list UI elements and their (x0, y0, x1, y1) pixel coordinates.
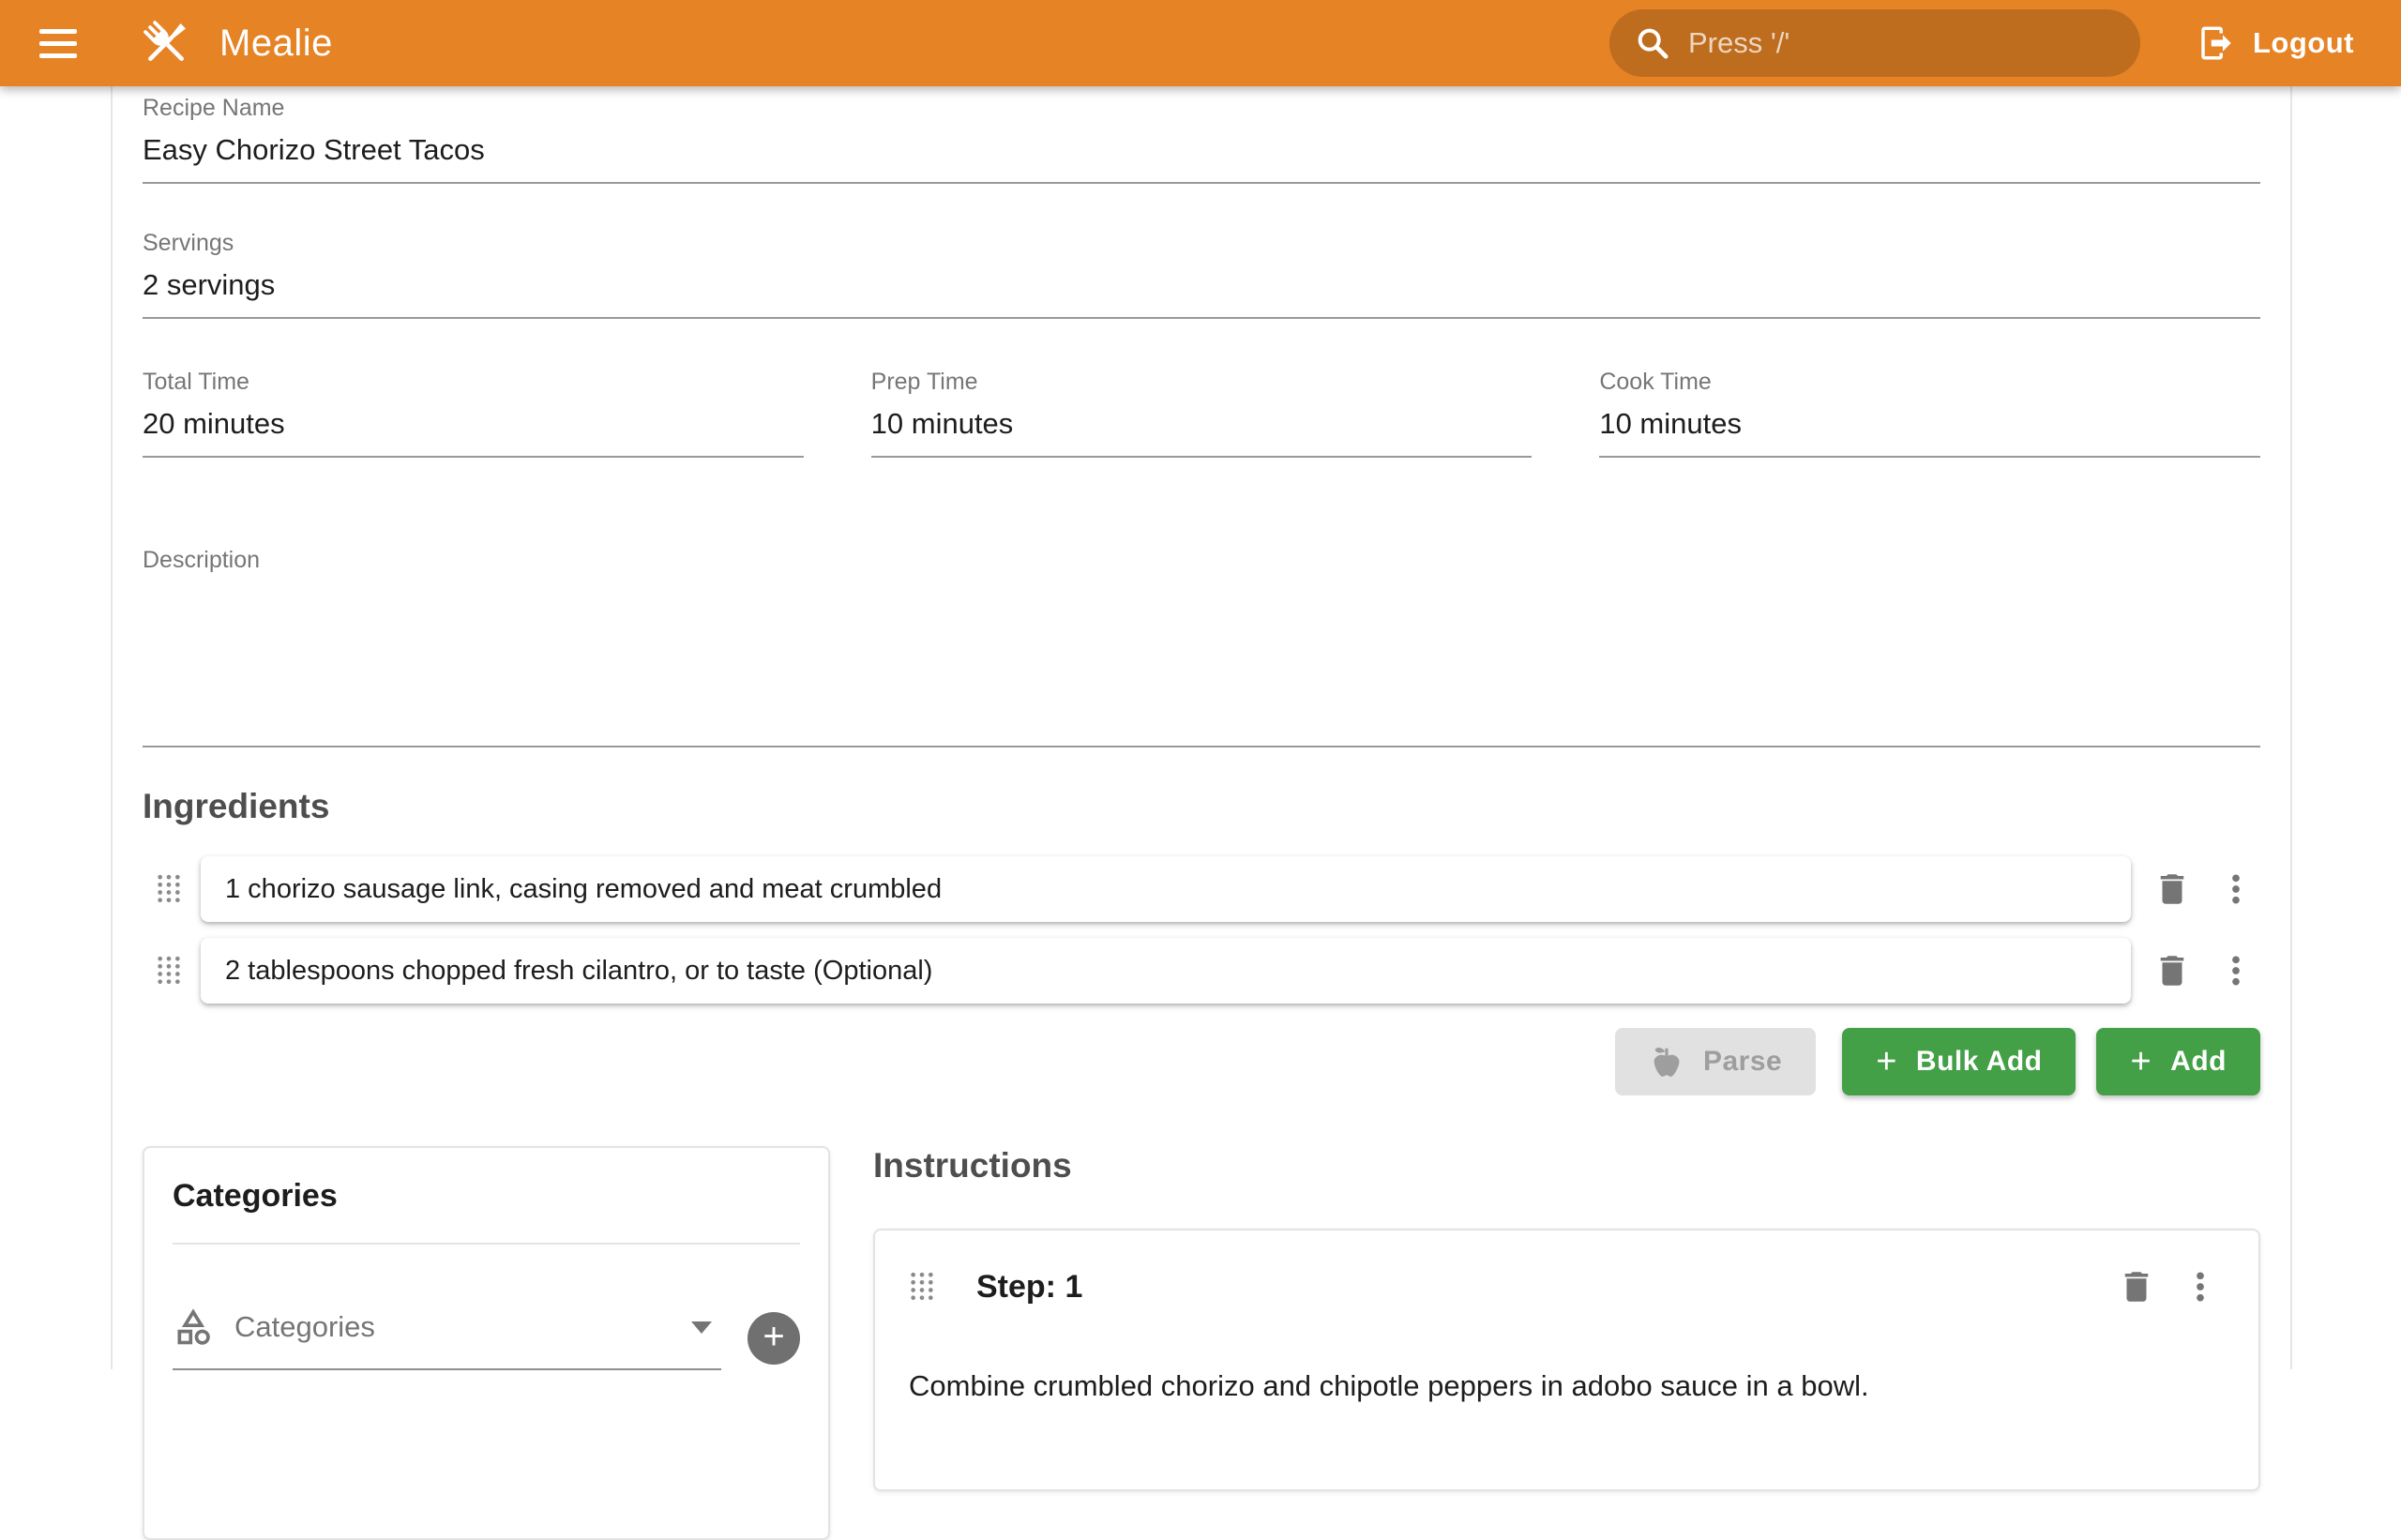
categories-card-title: Categories (173, 1178, 800, 1215)
search-icon (1634, 24, 1671, 62)
cook-time-field: Cook Time (1599, 368, 2260, 458)
description-label: Description (143, 546, 2260, 574)
plus-icon: + (1876, 1044, 1897, 1080)
parse-label: Parse (1703, 1046, 1782, 1078)
trash-icon (2152, 951, 2192, 990)
kebab-menu-icon (2182, 1268, 2219, 1306)
kebab-menu-icon (2217, 870, 2255, 908)
delete-ingredient-button[interactable] (2148, 946, 2197, 995)
ingredient-actions: Parse + Bulk Add + Add (143, 1028, 2260, 1095)
cook-time-label: Cook Time (1599, 368, 2260, 396)
step-text-input[interactable]: Combine crumbled chorizo and chipotle pe… (909, 1369, 2225, 1435)
logout-label: Logout (2253, 26, 2354, 60)
ingredient-row (143, 938, 2260, 1004)
description-field: Description (143, 546, 2260, 747)
prep-time-field: Prep Time (871, 368, 1533, 458)
ingredient-menu-button[interactable] (2212, 946, 2260, 995)
parse-button[interactable]: Parse (1615, 1028, 1816, 1095)
recipe-edit-form: Recipe Name Servings Total Time Prep Tim… (111, 86, 2292, 1369)
prep-time-label: Prep Time (871, 368, 1533, 396)
ingredient-card (201, 856, 2131, 922)
step-title: Step: 1 (976, 1269, 1082, 1306)
divider (173, 1243, 800, 1245)
bulk-add-button[interactable]: + Bulk Add (1842, 1028, 2076, 1095)
ingredient-menu-button[interactable] (2212, 865, 2260, 913)
kebab-menu-icon (2217, 952, 2255, 989)
times-row: Total Time Prep Time Cook Time (143, 368, 2260, 458)
search-bar[interactable] (1609, 9, 2140, 77)
servings-label: Servings (143, 229, 2260, 257)
recipe-name-label: Recipe Name (143, 94, 2260, 122)
recipe-name-input[interactable] (143, 133, 2260, 182)
plus-icon: + (2130, 1044, 2152, 1080)
recipe-name-field: Recipe Name (143, 94, 2260, 184)
app-header: Mealie Logout (0, 0, 2401, 86)
instructions-heading: Instructions (873, 1146, 2260, 1185)
cook-time-input[interactable] (1599, 407, 2260, 456)
categories-card: Categories Categories + (143, 1146, 830, 1540)
ingredient-row (143, 856, 2260, 922)
step-menu-button[interactable] (2176, 1262, 2225, 1311)
add-category-button[interactable]: + (747, 1312, 800, 1365)
total-time-input[interactable] (143, 407, 804, 456)
add-label: Add (2170, 1046, 2227, 1078)
ingredient-input[interactable] (225, 874, 2107, 905)
ingredients-heading: Ingredients (143, 787, 2260, 826)
prep-time-input[interactable] (871, 407, 1533, 456)
trash-icon (2152, 869, 2192, 909)
logout-icon (2197, 23, 2236, 63)
drag-handle-icon[interactable] (909, 1266, 937, 1307)
app-title: Mealie (219, 23, 333, 65)
shapes-icon (173, 1306, 214, 1348)
ingredient-card (201, 938, 2131, 1004)
servings-field: Servings (143, 229, 2260, 319)
ingredient-input[interactable] (225, 956, 2107, 987)
plus-icon: + (763, 1318, 784, 1355)
bulk-add-label: Bulk Add (1916, 1046, 2043, 1078)
menu-icon[interactable] (39, 13, 99, 73)
drag-handle-icon[interactable] (156, 950, 184, 991)
ingredients-list (143, 856, 2260, 1004)
drag-handle-icon[interactable] (156, 868, 184, 910)
trash-icon (2117, 1267, 2156, 1306)
categories-select-placeholder: Categories (234, 1310, 375, 1344)
total-time-label: Total Time (143, 368, 804, 396)
mealie-logo-icon (137, 14, 195, 72)
apple-icon (1649, 1044, 1684, 1080)
add-button[interactable]: + Add (2096, 1028, 2260, 1095)
search-input[interactable] (1688, 26, 2116, 60)
total-time-field: Total Time (143, 368, 804, 458)
categories-select[interactable]: Categories (173, 1306, 721, 1370)
logout-button[interactable]: Logout (2183, 14, 2367, 72)
bottom-section: Categories Categories + (143, 1146, 2260, 1540)
chevron-down-icon (691, 1321, 712, 1334)
delete-ingredient-button[interactable] (2148, 865, 2197, 913)
description-input[interactable] (143, 578, 2260, 737)
servings-input[interactable] (143, 268, 2260, 317)
delete-step-button[interactable] (2112, 1262, 2161, 1311)
instruction-step-card: Step: 1 Combine crumbled chorizo and chi… (873, 1229, 2260, 1491)
